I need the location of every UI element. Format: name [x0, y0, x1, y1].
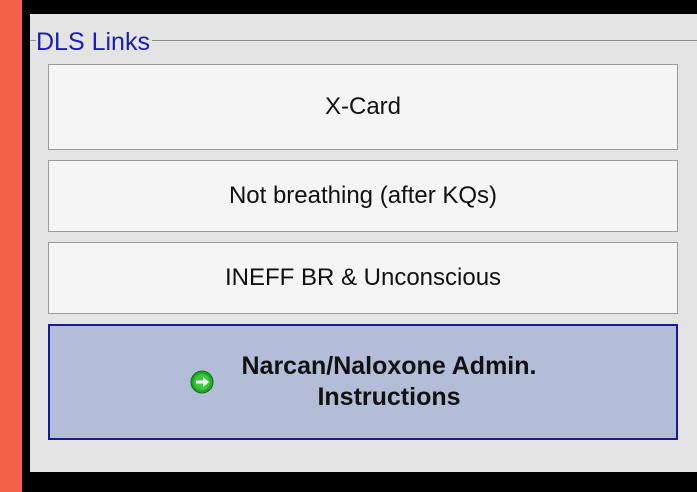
not-breathing-button[interactable]: Not breathing (after KQs) [48, 160, 678, 232]
narcan-button-content: Narcan/Naloxone Admin. Instructions [190, 351, 537, 413]
x-card-button[interactable]: X-Card [48, 64, 678, 150]
ineff-br-unconscious-button-label: INEFF BR & Unconscious [224, 264, 502, 291]
not-breathing-button-label: Not breathing (after KQs) [228, 182, 498, 209]
narcan-naloxone-instructions-button[interactable]: Narcan/Naloxone Admin. Instructions [48, 324, 678, 440]
ineff-br-unconscious-button[interactable]: INEFF BR & Unconscious [48, 242, 678, 314]
panel-title: DLS Links [36, 28, 152, 56]
arrow-right-icon [190, 370, 213, 394]
dls-links-panel: DLS Links X-Card Not breathing (after KQ… [30, 14, 697, 472]
x-card-button-label: X-Card [324, 93, 402, 120]
narcan-button-label: Narcan/Naloxone Admin. Instructions [241, 352, 537, 411]
